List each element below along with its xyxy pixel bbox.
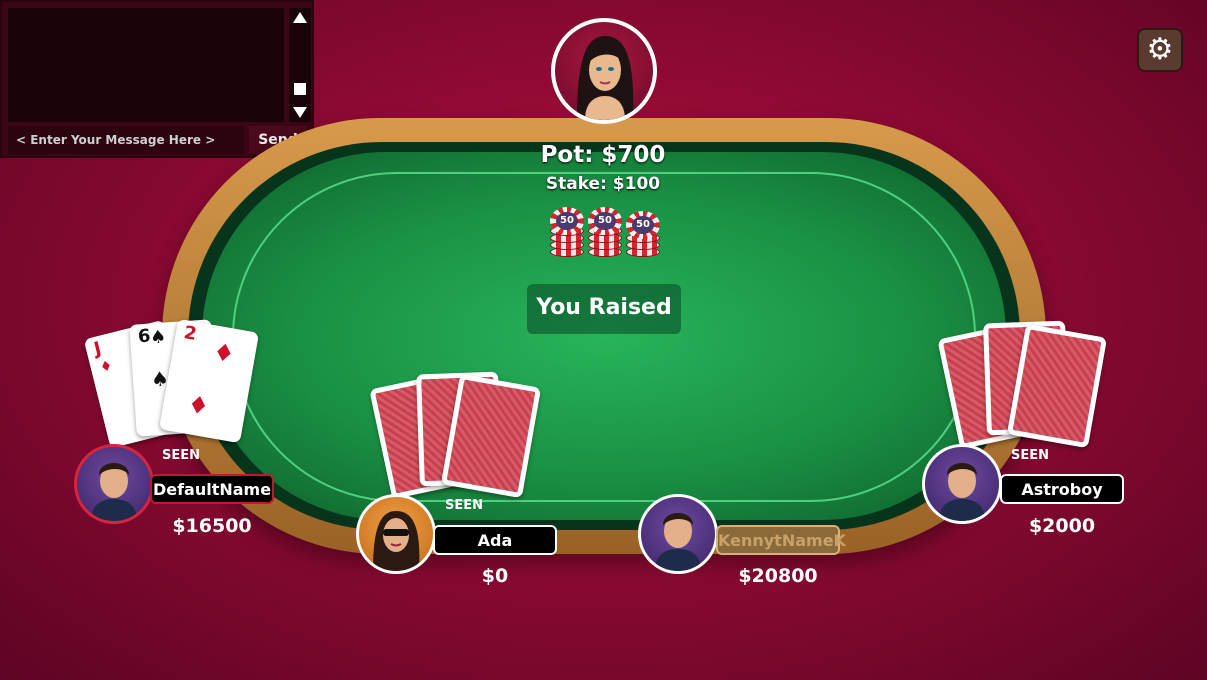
chip-value: 50 [594, 212, 616, 230]
player-name: KennytNameK [716, 525, 846, 555]
chip-stack: 50 [550, 207, 584, 257]
card-rank: J [91, 337, 104, 360]
player-chips: $20800 [738, 565, 818, 587]
seen-label: SEEN [1011, 448, 1050, 463]
player-avatar[interactable] [922, 444, 1002, 524]
card-rank: 2 [182, 322, 199, 345]
chat-panel: Send [0, 0, 314, 158]
diamond-icon: ♦ [210, 337, 237, 369]
player-chips: $0 [481, 565, 509, 587]
settings-button[interactable]: ⚙ [1137, 28, 1183, 72]
male-face-icon [91, 463, 137, 521]
dealer-avatar [551, 18, 657, 124]
gear-icon: ⚙ [1146, 32, 1174, 67]
player-name: Ada [433, 525, 557, 555]
chat-scrollbar[interactable] [289, 8, 311, 122]
stake-label: Stake: $100 [545, 174, 661, 194]
chip-stack: 50 [588, 207, 622, 257]
male-face-icon [655, 513, 701, 571]
player-avatar[interactable] [638, 494, 718, 574]
spade-icon: ♠ [149, 326, 167, 349]
male-face-icon [939, 463, 985, 521]
pot-label: Pot: $700 [540, 142, 666, 168]
chip-value: 50 [556, 212, 578, 230]
player-name: DefaultName [150, 474, 274, 504]
scroll-up-icon[interactable] [293, 12, 307, 23]
chip-value: 50 [632, 216, 654, 234]
player-avatar[interactable] [74, 444, 154, 524]
diamond-icon: ♦ [185, 389, 212, 422]
chat-message-input[interactable] [8, 126, 244, 154]
player-avatar[interactable] [356, 494, 436, 574]
seen-label: SEEN [445, 498, 484, 513]
female-face-icon [373, 511, 420, 571]
card-back [1006, 323, 1108, 449]
player-chips: $16500 [172, 515, 252, 537]
diamond-icon: ♦ [98, 357, 115, 377]
scroll-down-icon[interactable] [293, 107, 307, 118]
seen-label: SEEN [162, 448, 201, 463]
chat-log [8, 8, 284, 122]
dealer-face-icon [577, 36, 634, 120]
player-chips: $2000 [1028, 515, 1096, 537]
chip-stack: 50 [626, 211, 660, 261]
scroll-thumb[interactable] [294, 83, 306, 95]
player-name: Astroboy [1000, 474, 1124, 504]
action-status: You Raised [527, 284, 681, 334]
